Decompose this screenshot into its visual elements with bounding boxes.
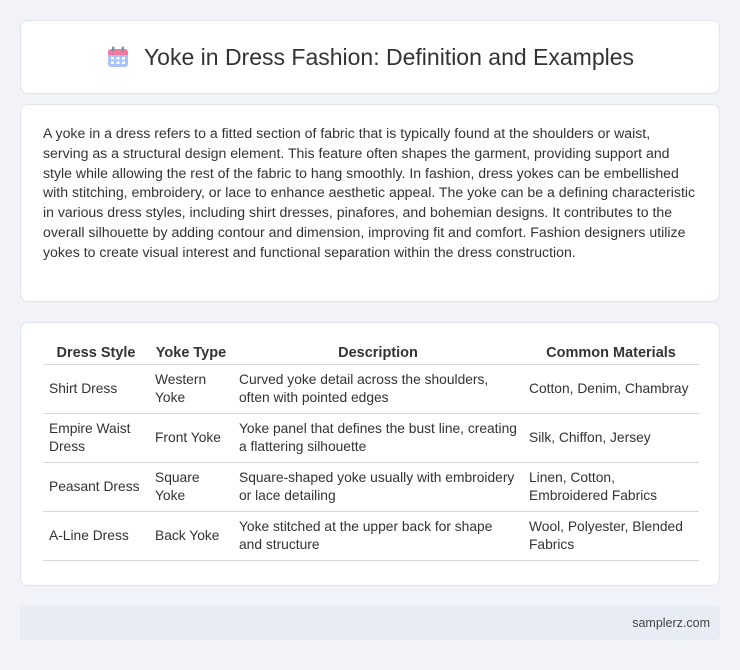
description-card: A yoke in a dress refers to a fitted sec… bbox=[20, 104, 720, 302]
title-card: Yoke in Dress Fashion: Definition and Ex… bbox=[20, 20, 720, 94]
footer: samplerz.com bbox=[20, 606, 720, 640]
table-cell: Back Yoke bbox=[149, 512, 233, 561]
footer-site-link[interactable]: samplerz.com bbox=[632, 616, 710, 630]
table-row: Empire Waist Dress Front Yoke Yoke panel… bbox=[43, 414, 699, 463]
table-cell: Peasant Dress bbox=[43, 463, 149, 512]
table-cell: Curved yoke detail across the shoulders,… bbox=[233, 365, 523, 414]
page-title: Yoke in Dress Fashion: Definition and Ex… bbox=[143, 43, 635, 70]
table-card: Dress Style Yoke Type Description Common… bbox=[20, 322, 720, 586]
table-cell: Front Yoke bbox=[149, 414, 233, 463]
table-cell: Square Yoke bbox=[149, 463, 233, 512]
table-cell: Empire Waist Dress bbox=[43, 414, 149, 463]
table-row: Peasant Dress Square Yoke Square-shaped … bbox=[43, 463, 699, 512]
table-cell: Yoke panel that defines the bust line, c… bbox=[233, 414, 523, 463]
table-cell: A-Line Dress bbox=[43, 512, 149, 561]
table-cell: Western Yoke bbox=[149, 365, 233, 414]
column-header: Dress Style bbox=[43, 340, 149, 365]
table-row: Shirt Dress Western Yoke Curved yoke det… bbox=[43, 365, 699, 414]
table-cell: Shirt Dress bbox=[43, 365, 149, 414]
table-cell: Silk, Chiffon, Jersey bbox=[523, 414, 699, 463]
table-cell: Yoke stitched at the upper back for shap… bbox=[233, 512, 523, 561]
column-header: Common Materials bbox=[523, 340, 699, 365]
calendar-icon bbox=[106, 45, 130, 69]
column-header: Description bbox=[233, 340, 523, 365]
column-header: Yoke Type bbox=[149, 340, 233, 365]
table-cell: Cotton, Denim, Chambray bbox=[523, 365, 699, 414]
yoke-table: Dress Style Yoke Type Description Common… bbox=[43, 340, 699, 561]
table-cell: Wool, Polyester, Blended Fabrics bbox=[523, 512, 699, 561]
table-row: A-Line Dress Back Yoke Yoke stitched at … bbox=[43, 512, 699, 561]
table-header-row: Dress Style Yoke Type Description Common… bbox=[43, 340, 699, 365]
description-text: A yoke in a dress refers to a fitted sec… bbox=[43, 125, 696, 260]
table-cell: Linen, Cotton, Embroidered Fabrics bbox=[523, 463, 699, 512]
title-row: Yoke in Dress Fashion: Definition and Ex… bbox=[106, 44, 634, 71]
table-cell: Square-shaped yoke usually with embroide… bbox=[233, 463, 523, 512]
